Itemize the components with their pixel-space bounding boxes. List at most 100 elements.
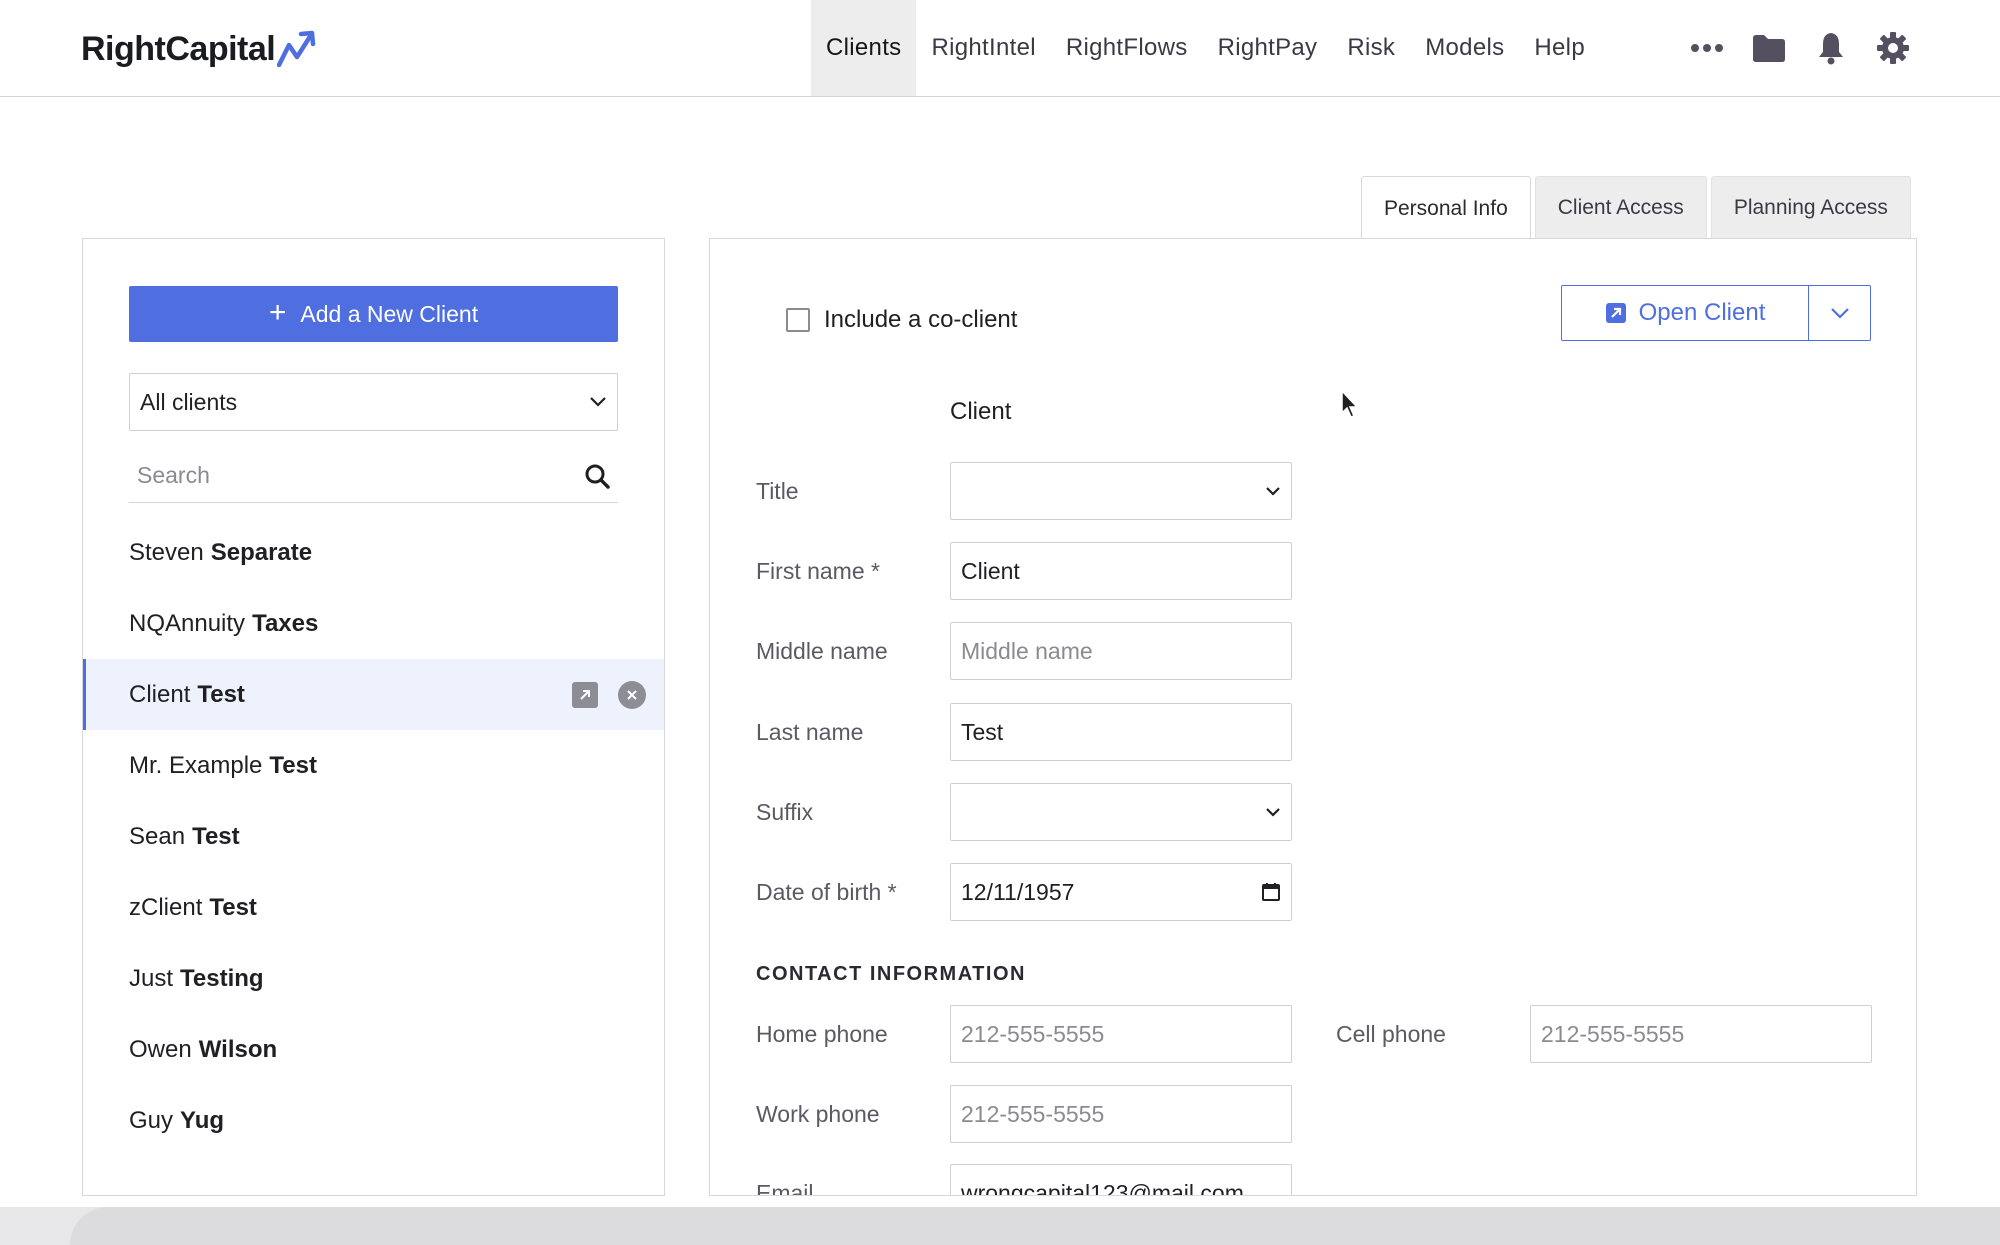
tab-planning-access[interactable]: Planning Access (1710, 176, 1911, 239)
nav-item-clients[interactable]: Clients (811, 0, 917, 96)
cell-phone-label: Cell phone (1336, 1020, 1446, 1047)
dob-row: Date of birth * 12/11/1957 (756, 863, 1292, 921)
last-name-label: Last name (756, 718, 864, 745)
email-label: Email (756, 1179, 814, 1196)
rightcapital-logo[interactable]: RightCapital (81, 28, 317, 70)
open-external-icon[interactable] (572, 681, 598, 708)
client-list-panel: + Add a New Client All clients StevenSep… (82, 238, 665, 1196)
logo-text: RightCapital (81, 29, 276, 68)
home-phone-field[interactable]: 212-555-5555 (950, 1005, 1292, 1063)
first-name-label: First name * (756, 557, 880, 584)
nav-item-rightpay[interactable]: RightPay (1203, 0, 1333, 96)
client-first-name: Just (129, 964, 174, 992)
remove-client-icon[interactable] (618, 680, 646, 709)
top-navigation-bar: RightCapital Clients RightIntel RightFlo… (0, 0, 2000, 97)
cell-phone-row: Cell phone 212-555-5555 (1336, 1005, 1872, 1063)
client-list-item[interactable]: Steven Separate (83, 517, 664, 588)
search-icon[interactable] (584, 463, 610, 489)
client-list-item-selected[interactable]: Client Test (83, 659, 664, 730)
client-list-item[interactable]: zClient Test (83, 872, 664, 943)
detail-tabs: Personal Info Client Access Planning Acc… (1361, 176, 1915, 240)
home-phone-row: Home phone 212-555-5555 (756, 1005, 1292, 1063)
client-list-item[interactable]: Owen Wilson (83, 1014, 664, 1085)
title-row: Title (756, 462, 1292, 520)
client-last-name: Test (209, 893, 257, 921)
tab-client-access[interactable]: Client Access (1534, 176, 1707, 239)
client-first-name: Mr. Example (129, 751, 263, 779)
work-phone-label: Work phone (756, 1100, 880, 1127)
middle-name-label: Middle name (756, 637, 888, 664)
open-client-button[interactable]: Open Client (1561, 285, 1809, 341)
chevron-down-icon (590, 397, 606, 407)
open-client-dropdown[interactable] (1809, 285, 1871, 341)
main-nav: Clients RightIntel RightFlows RightPay R… (811, 0, 1600, 96)
add-new-client-label: Add a New Client (300, 300, 479, 327)
client-last-name: Test (192, 822, 240, 850)
title-label: Title (756, 477, 799, 504)
dob-field[interactable]: 12/11/1957 (950, 863, 1292, 921)
nav-item-help[interactable]: Help (1519, 0, 1600, 96)
gear-icon[interactable] (1862, 28, 1924, 68)
client-list-item[interactable]: NQAnnuity Taxes (83, 588, 664, 659)
client-first-name: Client (129, 680, 191, 708)
dob-value: 12/11/1957 (961, 878, 1075, 905)
work-phone-row: Work phone 212-555-5555 (756, 1085, 1292, 1143)
open-client-button-group: Open Client (1561, 285, 1871, 341)
first-name-row: First name * Client (756, 542, 1292, 600)
tab-personal-info[interactable]: Personal Info (1361, 176, 1531, 240)
co-client-toggle[interactable]: Include a co-client (786, 306, 1017, 334)
suffix-row: Suffix (756, 783, 1292, 841)
plus-icon: + (268, 295, 287, 329)
folder-icon[interactable] (1738, 28, 1800, 68)
client-first-name: Sean (129, 822, 186, 850)
email-row: Email wrongcapital123@mail.com (756, 1164, 1292, 1196)
client-last-name: Separate (210, 538, 313, 566)
nav-item-rightintel[interactable]: RightIntel (916, 0, 1050, 96)
middle-name-field[interactable]: Middle name (950, 622, 1292, 680)
client-first-name: Guy (129, 1106, 174, 1134)
client-first-name: Owen (129, 1035, 192, 1063)
client-first-name: NQAnnuity (129, 609, 246, 637)
email-field[interactable]: wrongcapital123@mail.com (950, 1164, 1292, 1195)
client-list-item[interactable]: Guy Yug (83, 1085, 664, 1156)
nav-icon-group (1676, 28, 1924, 68)
nav-item-risk[interactable]: Risk (1332, 0, 1410, 96)
chevron-down-icon (1266, 487, 1280, 496)
dob-label: Date of birth * (756, 878, 897, 905)
cell-phone-field[interactable]: 212-555-5555 (1530, 1005, 1872, 1063)
window-bottom-curve (70, 1207, 2000, 1245)
client-first-name: Steven (129, 538, 204, 566)
suffix-select[interactable] (950, 783, 1292, 841)
last-name-field[interactable]: Test (950, 703, 1292, 761)
work-phone-field[interactable]: 212-555-5555 (950, 1085, 1292, 1143)
client-first-name: zClient (129, 893, 203, 921)
client-list: Steven Separate NQAnnuity Taxes Client Test… (83, 517, 664, 1156)
first-name-field[interactable]: Client (950, 542, 1292, 600)
add-new-client-button[interactable]: + Add a New Client (129, 286, 618, 342)
co-client-label: Include a co-client (824, 306, 1018, 333)
bell-icon[interactable] (1800, 28, 1862, 68)
client-last-name: Taxes (252, 609, 319, 637)
nav-item-rightflows[interactable]: RightFlows (1051, 0, 1203, 96)
home-phone-label: Home phone (756, 1020, 888, 1047)
client-last-name: Yug (180, 1106, 225, 1134)
client-search (129, 449, 618, 503)
title-select[interactable] (950, 462, 1292, 520)
chevron-down-icon (1266, 808, 1280, 817)
last-name-row: Last name Test (756, 703, 1292, 761)
client-last-name: Testing (180, 964, 264, 992)
chevron-down-icon (1830, 308, 1849, 319)
co-client-checkbox[interactable] (786, 308, 810, 332)
calendar-icon[interactable] (1261, 882, 1281, 902)
nav-item-models[interactable]: Models (1410, 0, 1519, 96)
search-input[interactable] (137, 462, 537, 489)
suffix-label: Suffix (756, 798, 814, 825)
client-row-actions (572, 680, 646, 709)
client-filter-select[interactable]: All clients (129, 373, 618, 431)
middle-name-row: Middle name Middle name (756, 622, 1292, 680)
client-list-item[interactable]: Sean Test (83, 801, 664, 872)
client-list-item[interactable]: Just Testing (83, 943, 664, 1014)
personal-info-panel: Include a co-client Open Client Client T… (709, 238, 1917, 1196)
more-icon[interactable] (1676, 28, 1738, 68)
client-list-item[interactable]: Mr. Example Test (83, 730, 664, 801)
